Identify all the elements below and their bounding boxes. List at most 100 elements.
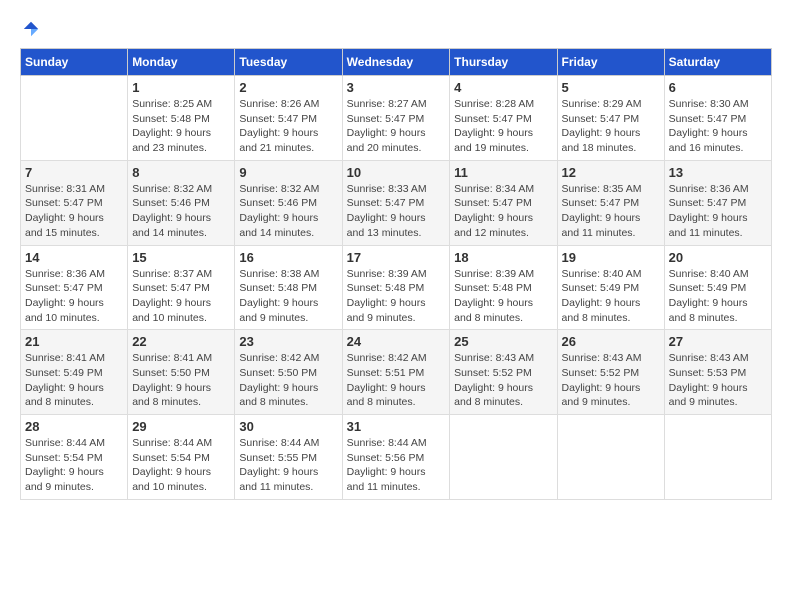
day-info: Sunrise: 8:31 AMSunset: 5:47 PMDaylight:…	[25, 182, 123, 241]
calendar-cell: 13Sunrise: 8:36 AMSunset: 5:47 PMDayligh…	[664, 160, 771, 245]
day-number: 7	[25, 165, 123, 180]
day-info: Sunrise: 8:38 AMSunset: 5:48 PMDaylight:…	[239, 267, 337, 326]
calendar-cell: 22Sunrise: 8:41 AMSunset: 5:50 PMDayligh…	[128, 330, 235, 415]
calendar-cell: 2Sunrise: 8:26 AMSunset: 5:47 PMDaylight…	[235, 76, 342, 161]
day-number: 9	[239, 165, 337, 180]
calendar-cell: 18 Sunrise: 8:39 AMSunset: 5:48 PMDayligh…	[450, 245, 557, 330]
day-info: Sunrise: 8:33 AMSunset: 5:47 PMDaylight:…	[347, 182, 446, 241]
calendar-cell: 10 Sunrise: 8:33 AMSunset: 5:47 PMDayligh…	[342, 160, 450, 245]
page-header	[20, 20, 772, 38]
day-number: 19	[562, 250, 660, 265]
day-number: 8	[132, 165, 230, 180]
day-info: Sunrise: 8:42 AMSunset: 5:50 PMDaylight:…	[239, 351, 337, 410]
day-number: 18	[454, 250, 552, 265]
calendar-cell: 9 Sunrise: 8:32 AMSunset: 5:46 PMDaylight…	[235, 160, 342, 245]
day-info: Sunrise: 8:40 AMSunset: 5:49 PMDaylight:…	[669, 267, 767, 326]
day-info: Sunrise: 8:40 AMSunset: 5:49 PMDaylight:…	[562, 267, 660, 326]
calendar-cell: 3Sunrise: 8:27 AMSunset: 5:47 PMDaylight…	[342, 76, 450, 161]
day-info: Sunrise: 8:36 AMSunset: 5:47 PMDaylight:…	[25, 267, 123, 326]
day-number: 31	[347, 419, 446, 434]
day-info: Sunrise: 8:30 AMSunset: 5:47 PMDaylight:…	[669, 97, 767, 156]
day-number: 28	[25, 419, 123, 434]
calendar-cell: 31 Sunrise: 8:44 AMSunset: 5:56 PMDayligh…	[342, 415, 450, 500]
calendar-cell: 28 Sunrise: 8:44 AMSunset: 5:54 PMDayligh…	[21, 415, 128, 500]
calendar-week-row: 14 Sunrise: 8:36 AMSunset: 5:47 PMDayligh…	[21, 245, 772, 330]
day-number: 26	[562, 334, 660, 349]
day-info: Sunrise: 8:39 AMSunset: 5:48 PMDaylight:…	[454, 267, 552, 326]
calendar-cell: 17 Sunrise: 8:39 AMSunset: 5:48 PMDayligh…	[342, 245, 450, 330]
day-info: Sunrise: 8:44 AMSunset: 5:55 PMDaylight:…	[239, 436, 337, 495]
calendar-week-row: 21Sunrise: 8:41 AMSunset: 5:49 PMDayligh…	[21, 330, 772, 415]
logo	[20, 20, 40, 38]
day-info: Sunrise: 8:43 AMSunset: 5:52 PMDaylight:…	[562, 351, 660, 410]
day-info: Sunrise: 8:29 AMSunset: 5:47 PMDaylight:…	[562, 97, 660, 156]
calendar-header-monday: Monday	[128, 49, 235, 76]
logo-icon	[22, 20, 40, 38]
day-info: Sunrise: 8:44 AMSunset: 5:54 PMDaylight:…	[132, 436, 230, 495]
calendar-cell: 26 Sunrise: 8:43 AMSunset: 5:52 PMDayligh…	[557, 330, 664, 415]
day-number: 20	[669, 250, 767, 265]
day-info: Sunrise: 8:37 AMSunset: 5:47 PMDaylight:…	[132, 267, 230, 326]
calendar-cell	[450, 415, 557, 500]
day-info: Sunrise: 8:34 AMSunset: 5:47 PMDaylight:…	[454, 182, 552, 241]
day-number: 23	[239, 334, 337, 349]
day-info: Sunrise: 8:32 AMSunset: 5:46 PMDaylight:…	[132, 182, 230, 241]
day-number: 27	[669, 334, 767, 349]
calendar-week-row: 28 Sunrise: 8:44 AMSunset: 5:54 PMDayligh…	[21, 415, 772, 500]
day-info: Sunrise: 8:28 AMSunset: 5:47 PMDaylight:…	[454, 97, 552, 156]
calendar-week-row: 1 Sunrise: 8:25 AMSunset: 5:48 PMDaylight…	[21, 76, 772, 161]
calendar-week-row: 7 Sunrise: 8:31 AMSunset: 5:47 PMDaylight…	[21, 160, 772, 245]
calendar-cell	[557, 415, 664, 500]
calendar-cell: 11 Sunrise: 8:34 AMSunset: 5:47 PMDayligh…	[450, 160, 557, 245]
day-number: 22	[132, 334, 230, 349]
calendar-cell	[664, 415, 771, 500]
day-number: 6	[669, 80, 767, 95]
day-number: 4	[454, 80, 552, 95]
day-info: Sunrise: 8:25 AMSunset: 5:48 PMDaylight:…	[132, 97, 230, 156]
day-info: Sunrise: 8:43 AMSunset: 5:52 PMDaylight:…	[454, 351, 552, 410]
day-number: 14	[25, 250, 123, 265]
calendar-cell: 7 Sunrise: 8:31 AMSunset: 5:47 PMDaylight…	[21, 160, 128, 245]
calendar-cell: 16Sunrise: 8:38 AMSunset: 5:48 PMDayligh…	[235, 245, 342, 330]
calendar-cell: 21Sunrise: 8:41 AMSunset: 5:49 PMDayligh…	[21, 330, 128, 415]
day-number: 5	[562, 80, 660, 95]
day-info: Sunrise: 8:43 AMSunset: 5:53 PMDaylight:…	[669, 351, 767, 410]
day-info: Sunrise: 8:39 AMSunset: 5:48 PMDaylight:…	[347, 267, 446, 326]
calendar-header-sunday: Sunday	[21, 49, 128, 76]
calendar-header-wednesday: Wednesday	[342, 49, 450, 76]
day-number: 10	[347, 165, 446, 180]
calendar-cell: 6 Sunrise: 8:30 AMSunset: 5:47 PMDaylight…	[664, 76, 771, 161]
day-info: Sunrise: 8:44 AMSunset: 5:56 PMDaylight:…	[347, 436, 446, 495]
calendar-table: SundayMondayTuesdayWednesdayThursdayFrid…	[20, 48, 772, 500]
calendar-cell: 29Sunrise: 8:44 AMSunset: 5:54 PMDayligh…	[128, 415, 235, 500]
day-info: Sunrise: 8:44 AMSunset: 5:54 PMDaylight:…	[25, 436, 123, 495]
calendar-cell: 4 Sunrise: 8:28 AMSunset: 5:47 PMDaylight…	[450, 76, 557, 161]
calendar-cell: 8 Sunrise: 8:32 AMSunset: 5:46 PMDaylight…	[128, 160, 235, 245]
calendar-cell: 24Sunrise: 8:42 AMSunset: 5:51 PMDayligh…	[342, 330, 450, 415]
calendar-cell: 25 Sunrise: 8:43 AMSunset: 5:52 PMDayligh…	[450, 330, 557, 415]
calendar-cell	[21, 76, 128, 161]
calendar-cell: 20 Sunrise: 8:40 AMSunset: 5:49 PMDayligh…	[664, 245, 771, 330]
day-number: 17	[347, 250, 446, 265]
day-number: 3	[347, 80, 446, 95]
day-number: 30	[239, 419, 337, 434]
calendar-cell: 1 Sunrise: 8:25 AMSunset: 5:48 PMDaylight…	[128, 76, 235, 161]
calendar-header-friday: Friday	[557, 49, 664, 76]
day-info: Sunrise: 8:32 AMSunset: 5:46 PMDaylight:…	[239, 182, 337, 241]
calendar-cell: 19 Sunrise: 8:40 AMSunset: 5:49 PMDayligh…	[557, 245, 664, 330]
day-info: Sunrise: 8:35 AMSunset: 5:47 PMDaylight:…	[562, 182, 660, 241]
day-number: 1	[132, 80, 230, 95]
day-number: 11	[454, 165, 552, 180]
day-number: 12	[562, 165, 660, 180]
calendar-cell: 27 Sunrise: 8:43 AMSunset: 5:53 PMDayligh…	[664, 330, 771, 415]
calendar-header-row: SundayMondayTuesdayWednesdayThursdayFrid…	[21, 49, 772, 76]
calendar-cell: 23 Sunrise: 8:42 AMSunset: 5:50 PMDayligh…	[235, 330, 342, 415]
day-info: Sunrise: 8:26 AMSunset: 5:47 PMDaylight:…	[239, 97, 337, 156]
calendar-cell: 14 Sunrise: 8:36 AMSunset: 5:47 PMDayligh…	[21, 245, 128, 330]
calendar-cell: 30 Sunrise: 8:44 AMSunset: 5:55 PMDayligh…	[235, 415, 342, 500]
day-number: 21	[25, 334, 123, 349]
calendar-cell: 15Sunrise: 8:37 AMSunset: 5:47 PMDayligh…	[128, 245, 235, 330]
calendar-cell: 12 Sunrise: 8:35 AMSunset: 5:47 PMDayligh…	[557, 160, 664, 245]
calendar-cell: 5 Sunrise: 8:29 AMSunset: 5:47 PMDaylight…	[557, 76, 664, 161]
day-number: 25	[454, 334, 552, 349]
